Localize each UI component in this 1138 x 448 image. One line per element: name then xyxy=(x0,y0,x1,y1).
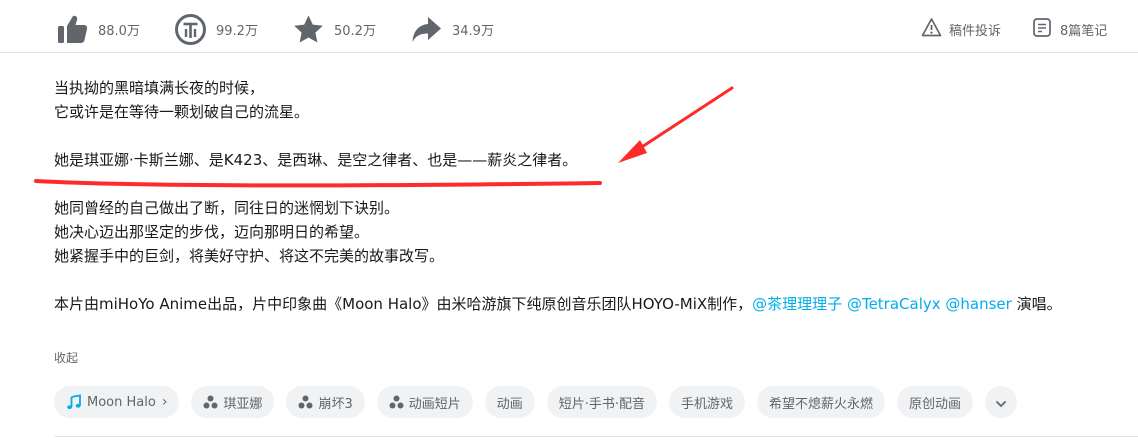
category-tag[interactable]: 动画 xyxy=(484,386,535,418)
like-count: 88.0万 xyxy=(98,23,140,39)
more-tags-button[interactable] xyxy=(985,386,1018,418)
favorite-button[interactable]: 50.2万 xyxy=(292,11,376,47)
description-line: 她同曾经的自己做出了断，同往日的迷惘划下诀别。 xyxy=(54,199,400,217)
description-line-highlighted: 她是琪亚娜·卡斯兰娜、是K423、是西琳、是空之律者、也是——薪炎之律者。 xyxy=(54,151,578,169)
thumbs-up-icon xyxy=(56,13,89,46)
warning-triangle-icon xyxy=(921,17,949,42)
video-action-toolbar: 88.0万 99.2万 50.2万 34.9万 稿件投诉 8篇笔记 xyxy=(0,0,1138,60)
description-line xyxy=(54,124,1124,148)
category-tag[interactable]: 原创动画 xyxy=(897,386,974,418)
category-tag[interactable]: 短片·手书·配音 xyxy=(546,386,658,418)
mention-link[interactable]: @hanser xyxy=(945,295,1011,313)
video-description: 当执拗的黑暗填满长夜的时候， 它或许是在等待一颗划破自己的流星。 她是琪亚娜·卡… xyxy=(54,76,1124,316)
toolbar-divider xyxy=(0,52,1138,53)
like-button[interactable]: 88.0万 xyxy=(56,11,140,47)
topic-tag[interactable]: 崩坏3 xyxy=(286,386,365,418)
music-tag-label: Moon Halo xyxy=(87,394,156,410)
share-count: 34.9万 xyxy=(452,23,494,39)
credits-text: 本片由miHoYo Anime出品，片中印象曲《Moon Halo》由米哈游旗下… xyxy=(54,295,753,313)
description-line xyxy=(54,172,1124,196)
notes-label: 8篇笔记 xyxy=(1060,24,1108,39)
share-arrow-icon xyxy=(410,13,443,46)
topic-tag[interactable]: 琪亚娜 xyxy=(191,386,275,418)
chevron-right-icon: › xyxy=(161,394,168,410)
mention-link[interactable]: @TetraCalyx xyxy=(847,295,941,313)
coin-icon xyxy=(174,13,207,46)
credits-line: 本片由miHoYo Anime出品，片中印象曲《Moon Halo》由米哈游旗下… xyxy=(54,292,1124,316)
tag-list: Moon Halo › 琪亚娜 崩坏3 动画短片 动画 短片·手书·配音 手机游… xyxy=(54,386,1018,418)
description-line: 她决心迈出那坚定的步伐，迈向那明日的希望。 xyxy=(54,223,370,241)
favorite-count: 50.2万 xyxy=(334,23,376,39)
report-label: 稿件投诉 xyxy=(949,24,1002,39)
description-line: 它或许是在等待一颗划破自己的流星。 xyxy=(54,103,310,121)
music-note-icon xyxy=(66,394,82,410)
star-icon xyxy=(292,13,325,46)
description-line xyxy=(54,268,1124,292)
report-button[interactable]: 稿件投诉 xyxy=(921,17,1001,42)
topic-dots-icon xyxy=(298,395,313,409)
category-tag[interactable]: 手机游戏 xyxy=(669,386,746,418)
description-line: 她紧握手中的巨剑，将美好守护、将这不完美的故事改写。 xyxy=(54,247,445,265)
topic-tag[interactable]: 动画短片 xyxy=(376,386,473,418)
notes-button[interactable]: 8篇笔记 xyxy=(1032,17,1107,42)
share-button[interactable]: 34.9万 xyxy=(410,11,494,47)
description-line: 当执拗的黑暗填满长夜的时候， xyxy=(54,79,265,97)
topic-tag-label: 崩坏3 xyxy=(318,396,353,412)
credits-suffix: 演唱。 xyxy=(1016,295,1062,313)
category-tag[interactable]: 希望不熄薪火永燃 xyxy=(757,386,886,418)
mention-link[interactable]: @茶理理理子 xyxy=(752,295,842,313)
coin-count: 99.2万 xyxy=(216,23,258,39)
topic-dots-icon xyxy=(203,395,218,409)
chevron-down-icon xyxy=(995,393,1007,412)
topic-dots-icon xyxy=(389,395,404,409)
notes-icon xyxy=(1032,17,1060,42)
coin-button[interactable]: 99.2万 xyxy=(174,11,258,47)
topic-tag-label: 琪亚娜 xyxy=(223,396,263,412)
music-tag[interactable]: Moon Halo › xyxy=(54,386,180,418)
collapse-toggle[interactable]: 收起 xyxy=(54,349,78,366)
topic-tag-label: 动画短片 xyxy=(408,396,461,412)
section-divider xyxy=(54,436,1138,437)
